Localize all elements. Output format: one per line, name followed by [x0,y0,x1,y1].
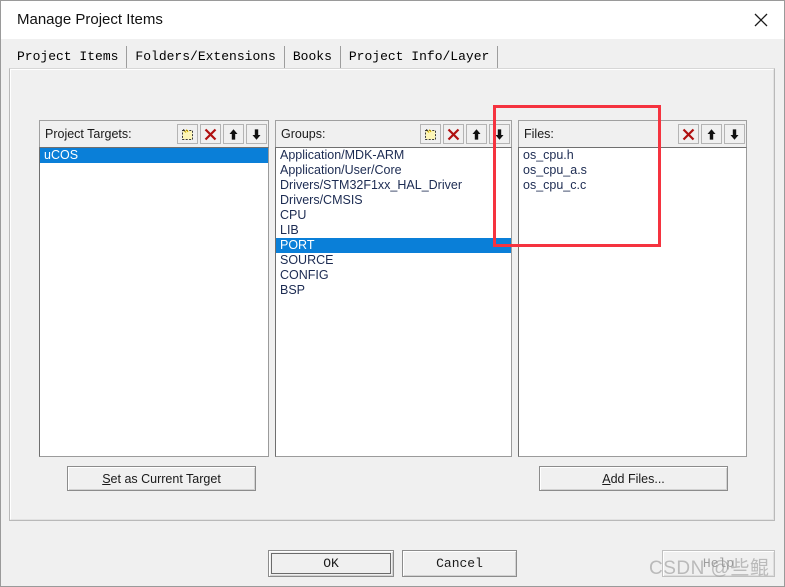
groups-toolbar [419,121,511,147]
list-item[interactable]: os_cpu_c.c [519,178,746,193]
focus-ring [271,553,391,574]
files-header: Files: [518,120,747,147]
tab-project-info-layer[interactable]: Project Info/Layer [341,46,498,69]
project-targets-listbox[interactable]: uCOS [39,147,269,457]
project-targets-panel: Project Targets: [39,120,269,457]
dialog-titlebar: Manage Project Items [1,1,784,39]
files-label: Files: [519,127,554,141]
groups-listbox[interactable]: Application/MDK-ARM Application/User/Cor… [275,147,512,457]
help-label: Help [703,556,734,571]
list-item[interactable]: CPU [276,208,511,223]
groups-panel: Groups: [275,120,512,457]
add-files-accel: A [602,472,610,486]
set-target-accel: S [102,472,110,486]
set-target-label: et as Current Target [111,472,221,486]
new-item-icon[interactable] [420,124,441,144]
tab-folders-extensions[interactable]: Folders/Extensions [127,46,284,69]
list-item[interactable]: BSP [276,283,511,298]
delete-icon[interactable] [200,124,221,144]
move-down-icon[interactable] [246,124,267,144]
list-item[interactable]: os_cpu.h [519,148,746,163]
tab-books[interactable]: Books [285,46,341,69]
tab-project-items[interactable]: Project Items [9,46,127,69]
move-up-icon[interactable] [466,124,487,144]
list-item[interactable]: Application/User/Core [276,163,511,178]
files-toolbar [677,121,746,147]
ok-button[interactable]: OK [268,550,394,577]
close-icon[interactable] [737,1,784,38]
add-files-button[interactable]: Add Files... [539,466,728,491]
list-item[interactable]: CONFIG [276,268,511,283]
groups-label: Groups: [276,127,325,141]
move-down-icon[interactable] [724,124,745,144]
list-item[interactable]: PORT [276,238,511,253]
add-files-label: dd Files... [611,472,665,486]
dialog-title: Manage Project Items [17,11,163,28]
files-panel: Files: [518,120,747,457]
list-item[interactable]: Drivers/STM32F1xx_HAL_Driver [276,178,511,193]
move-up-icon[interactable] [701,124,722,144]
delete-icon[interactable] [678,124,699,144]
manage-project-items-dialog: Manage Project Items Project Items Folde… [0,0,785,587]
move-down-icon[interactable] [489,124,510,144]
groups-header: Groups: [275,120,512,147]
delete-icon[interactable] [443,124,464,144]
tab-page-project-items: Project Targets: [9,68,775,521]
project-targets-label: Project Targets: [40,127,132,141]
list-item[interactable]: LIB [276,223,511,238]
project-targets-toolbar [176,121,268,147]
list-item[interactable]: os_cpu_a.s [519,163,746,178]
new-item-icon[interactable] [177,124,198,144]
move-up-icon[interactable] [223,124,244,144]
project-targets-header: Project Targets: [39,120,269,147]
cancel-button[interactable]: Cancel [402,550,517,577]
list-item[interactable]: SOURCE [276,253,511,268]
set-as-current-target-button[interactable]: Set as Current Target [67,466,256,491]
files-listbox[interactable]: os_cpu.h os_cpu_a.s os_cpu_c.c [518,147,747,457]
list-item[interactable]: Drivers/CMSIS [276,193,511,208]
cancel-label: Cancel [436,556,483,571]
tab-strip: Project Items Folders/Extensions Books P… [9,46,498,69]
help-button[interactable]: Help [662,550,775,577]
list-item[interactable]: uCOS [40,148,268,163]
list-item[interactable]: Application/MDK-ARM [276,148,511,163]
